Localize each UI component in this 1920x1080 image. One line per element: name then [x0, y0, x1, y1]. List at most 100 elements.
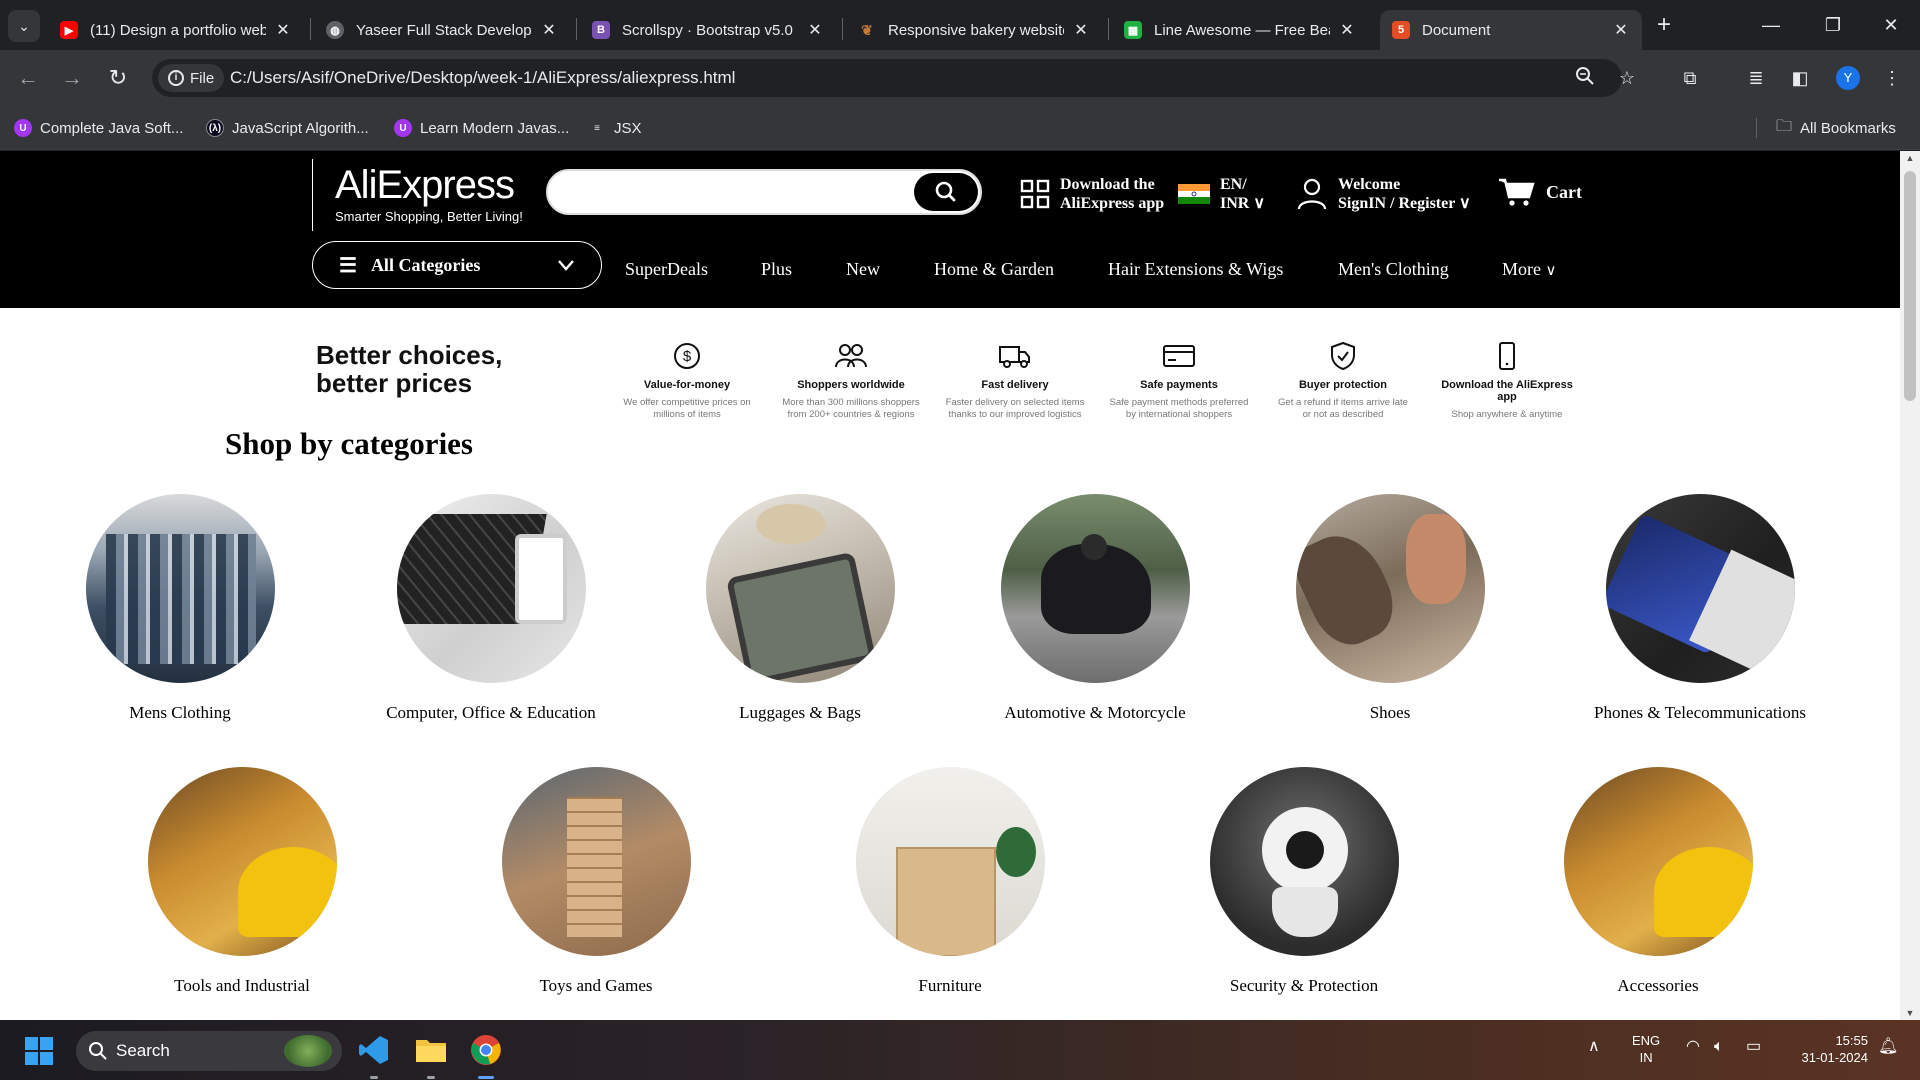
- category-luggages-bags[interactable]: Luggages & Bags: [680, 494, 920, 723]
- search-button[interactable]: [914, 173, 978, 211]
- url-text[interactable]: C:/Users/Asif/OneDrive/Desktop/week-1/Al…: [230, 68, 735, 88]
- category-mens-clothing[interactable]: Mens Clothing: [60, 494, 300, 723]
- nav-home-garden[interactable]: Home & Garden: [934, 259, 1054, 280]
- globe-icon: ◍: [326, 21, 344, 39]
- nav-mens-clothing[interactable]: Men's Clothing: [1338, 259, 1449, 280]
- windows-start-icon[interactable]: [24, 1036, 54, 1066]
- category-image: [1295, 494, 1485, 683]
- taskbar-search[interactable]: Search: [76, 1031, 342, 1071]
- forward-icon[interactable]: →: [56, 62, 88, 94]
- bookmark-item[interactable]: U Learn Modern Javas...: [394, 116, 569, 140]
- category-furniture[interactable]: Furniture: [830, 767, 1070, 996]
- search-icon: [89, 1042, 107, 1060]
- all-categories-dropdown[interactable]: ☰ All Categories: [312, 241, 602, 289]
- cart-link[interactable]: Cart: [1498, 177, 1582, 207]
- show-hidden-icons-icon[interactable]: ∧: [1588, 1038, 1600, 1055]
- close-tab-icon[interactable]: ✕: [1338, 20, 1356, 40]
- category-image: [501, 767, 691, 956]
- reload-icon[interactable]: ↻: [102, 62, 134, 94]
- tab-portfolio[interactable]: ◍ Yaseer Full Stack Developer ✕: [314, 10, 570, 50]
- tab-document[interactable]: 5 Document ✕: [1380, 10, 1642, 50]
- smartphone-icon: [1499, 342, 1515, 370]
- nav-hair-extensions[interactable]: Hair Extensions & Wigs: [1108, 259, 1283, 280]
- zoom-icon[interactable]: [1572, 66, 1598, 92]
- tab-divider: [310, 18, 311, 40]
- media-control-icon[interactable]: ≣: [1742, 64, 1770, 92]
- battery-icon[interactable]: ▭: [1746, 1038, 1761, 1055]
- site-info-chip[interactable]: i File: [158, 64, 225, 92]
- language-currency-selector[interactable]: EN/ INR ∨: [1178, 175, 1265, 213]
- category-security[interactable]: Security & Protection: [1184, 767, 1424, 996]
- page-scrollbar[interactable]: ▲ ▼: [1900, 151, 1920, 1020]
- close-window-icon[interactable]: ✕: [1876, 10, 1906, 40]
- tab-line-awesome[interactable]: ▦ Line Awesome — Free Beau ✕: [1112, 10, 1368, 50]
- category-tools-industrial[interactable]: Tools and Industrial: [122, 767, 362, 996]
- language-indicator[interactable]: ENG IN: [1632, 1032, 1660, 1066]
- scroll-up-icon[interactable]: ▲: [1900, 153, 1920, 163]
- bookmark-divider: [1756, 118, 1757, 138]
- bootstrap-icon: B: [592, 21, 610, 39]
- udemy-icon: U: [394, 119, 412, 137]
- restore-icon[interactable]: ❐: [1818, 10, 1848, 40]
- bookmarks-bar: U Complete Java Soft... (λ) JavaScript A…: [0, 106, 1920, 150]
- category-computer-office[interactable]: Computer, Office & Education: [371, 494, 611, 723]
- side-panel-icon[interactable]: ◧: [1786, 64, 1814, 92]
- search-input[interactable]: [566, 181, 896, 205]
- tab-bootstrap[interactable]: B Scrollspy · Bootstrap v5.0 ✕: [580, 10, 836, 50]
- category-phones[interactable]: Phones & Telecommunications: [1580, 494, 1820, 723]
- line-awesome-icon: ▦: [1124, 21, 1142, 39]
- wifi-icon[interactable]: ◠: [1686, 1038, 1700, 1055]
- chrome-icon[interactable]: [470, 1034, 502, 1066]
- scroll-down-icon[interactable]: ▼: [1900, 1008, 1920, 1018]
- category-accessories[interactable]: Accessories: [1538, 767, 1778, 996]
- close-tab-icon[interactable]: ✕: [274, 20, 292, 40]
- svg-text:$: $: [683, 348, 692, 365]
- tab-youtube[interactable]: ▶ (11) Design a portfolio web ✕: [48, 10, 304, 50]
- logo[interactable]: AliExpress Smarter Shopping, Better Livi…: [312, 159, 526, 231]
- nav-new[interactable]: New: [846, 259, 880, 280]
- bookmark-item[interactable]: ≡ JSX: [588, 116, 641, 140]
- bookmark-item[interactable]: (λ) JavaScript Algorith...: [206, 116, 369, 140]
- volume-icon[interactable]: 🔈︎: [1714, 1038, 1724, 1055]
- extensions-icon[interactable]: ⧉: [1676, 64, 1704, 92]
- file-explorer-icon[interactable]: [414, 1034, 448, 1066]
- dollar-circle-icon: $: [674, 343, 700, 369]
- category-image: [1605, 494, 1795, 683]
- category-toys-games[interactable]: Toys and Games: [476, 767, 716, 996]
- notification-bell-icon[interactable]: 🔔︎: [1878, 1038, 1898, 1055]
- tab-search-button[interactable]: ⌄: [8, 10, 40, 42]
- nav-superdeals[interactable]: SuperDeals: [625, 259, 708, 280]
- category-image: [147, 767, 337, 956]
- close-tab-icon[interactable]: ✕: [540, 20, 558, 40]
- omnibox[interactable]: i File C:/Users/Asif/OneDrive/Desktop/we…: [152, 59, 1635, 97]
- nav-more[interactable]: More ∨: [1502, 259, 1556, 280]
- category-image: [705, 494, 895, 683]
- chevron-down-icon: ∨: [1545, 263, 1557, 279]
- vscode-icon[interactable]: [358, 1034, 390, 1066]
- bookmark-item[interactable]: U Complete Java Soft...: [14, 116, 183, 140]
- minimize-icon[interactable]: —: [1756, 10, 1786, 40]
- download-app-link[interactable]: Download the AliExpress app: [1020, 175, 1164, 213]
- scrollbar-thumb[interactable]: [1904, 171, 1916, 401]
- category-automotive[interactable]: Automotive & Motorcycle: [975, 494, 1215, 723]
- all-bookmarks-button[interactable]: 🗀 All Bookmarks: [1776, 116, 1896, 140]
- close-tab-icon[interactable]: ✕: [1612, 20, 1630, 40]
- tab-bakery[interactable]: ❦ Responsive bakery website ✕: [846, 10, 1102, 50]
- clock[interactable]: 15:55 31-01-2024: [1784, 1032, 1869, 1066]
- bookmark-star-icon[interactable]: ☆: [1614, 65, 1640, 91]
- close-tab-icon[interactable]: ✕: [806, 20, 824, 40]
- back-icon[interactable]: ←: [12, 62, 44, 94]
- bakery-icon: ❦: [861, 21, 873, 38]
- chevron-down-icon: ∨: [1459, 195, 1471, 212]
- cart-icon: [1499, 178, 1535, 206]
- new-tab-button[interactable]: +: [1650, 12, 1678, 40]
- account-menu[interactable]: Welcome SignIN / Register ∨: [1296, 175, 1471, 213]
- category-shoes[interactable]: Shoes: [1270, 494, 1510, 723]
- close-tab-icon[interactable]: ✕: [1072, 20, 1090, 40]
- menu-icon[interactable]: ⋮: [1878, 64, 1906, 92]
- chevron-down-icon: ∨: [1253, 195, 1266, 212]
- category-image: [85, 494, 275, 683]
- tab-divider: [842, 18, 843, 40]
- profile-avatar[interactable]: Y: [1836, 66, 1860, 90]
- nav-plus[interactable]: Plus: [761, 259, 792, 280]
